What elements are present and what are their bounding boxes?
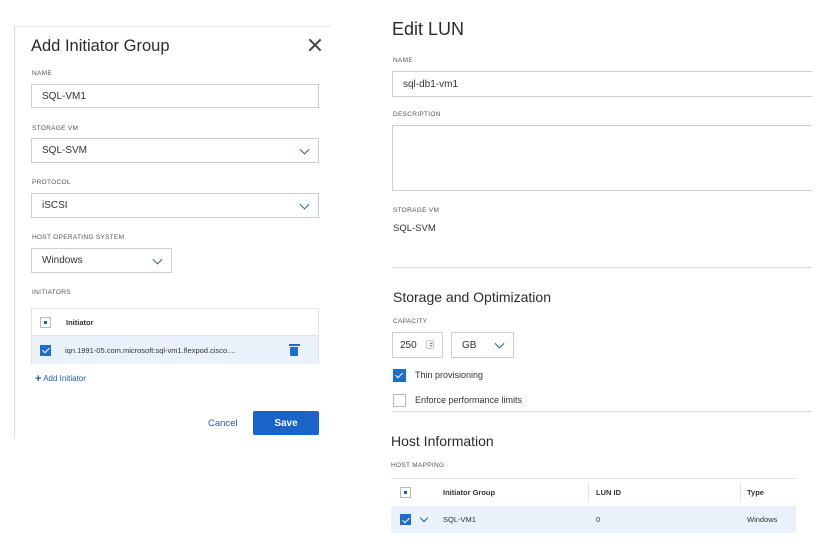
lun-name-input[interactable]: sql-db1-vm1 [392, 71, 812, 97]
chevron-down-icon [152, 254, 163, 265]
divider [392, 267, 812, 268]
edit-lun-panel: Edit LUN NAME sql-db1-vm1 DESCRIPTION ST… [383, 0, 820, 553]
storage-section-title: Storage and Optimization [393, 289, 551, 305]
storage-vm-value: SQL-SVM [42, 145, 88, 156]
column-divider [740, 483, 741, 502]
row-initiator-group: SQL-VM1 [443, 515, 476, 524]
chevron-down-icon [299, 144, 310, 155]
row-type: Windows [747, 515, 778, 524]
table-row[interactable]: iqn.1991-05.com.microsoft:sql-vm1.flexpo… [32, 336, 318, 364]
host-section-title: Host Information [391, 433, 494, 449]
thin-provisioning-label: Thin provisioning [415, 370, 484, 380]
capacity-input[interactable]: 250 [392, 332, 443, 358]
chevron-down-icon [299, 199, 310, 210]
capacity-label: CAPACITY [393, 318, 428, 325]
name-input[interactable]: SQL-VM1 [31, 84, 319, 108]
lun-name-value: sql-db1-vm1 [403, 78, 459, 90]
type-header: Type [747, 487, 764, 497]
add-initiator-link[interactable]: + Add Initiator [35, 372, 86, 385]
trash-icon[interactable] [288, 344, 300, 356]
lun-name-label: NAME [393, 57, 413, 64]
chevron-down-icon [494, 338, 505, 349]
host-os-value: Windows [42, 255, 83, 266]
capacity-unit-value: GB [462, 339, 477, 351]
lun-storage-vm-label: STORAGE VM [393, 207, 440, 214]
cancel-button[interactable]: Cancel [208, 418, 238, 429]
lun-storage-vm-value: SQL-SVM [393, 223, 436, 234]
initiator-group-header: Initiator Group [443, 487, 496, 497]
plus-icon: + [35, 373, 42, 385]
initiators-table-header: Initiator [32, 309, 318, 336]
protocol-select[interactable]: iSCSI [31, 193, 319, 218]
description-label: DESCRIPTION [393, 111, 441, 118]
protocol-label: PROTOCOL [32, 179, 71, 186]
row-lun-id: 0 [596, 515, 601, 524]
initiator-iqn: iqn.1991-05.com.microsoft:sql-vm1.flexpo… [65, 345, 236, 355]
storage-vm-label: STORAGE VM [32, 125, 79, 132]
description-textarea[interactable] [392, 125, 812, 191]
host-mapping-label: HOST MAPPING [391, 462, 445, 469]
storage-vm-select[interactable]: SQL-SVM [31, 138, 319, 163]
capacity-value: 250 [400, 339, 417, 351]
enforce-limits-checkbox[interactable] [393, 394, 406, 407]
save-button[interactable]: Save [253, 411, 319, 435]
close-icon[interactable] [308, 38, 322, 52]
dialog-title: Add Initiator Group [31, 37, 170, 55]
add-initiator-label: Add Initiator [43, 374, 86, 383]
page-title: Edit LUN [392, 19, 465, 39]
host-mapping-table: Initiator Group LUN ID Type SQL-VM1 0 Wi… [391, 478, 796, 533]
row-checkbox[interactable] [400, 514, 411, 525]
column-divider [588, 483, 589, 502]
row-checkbox[interactable] [40, 344, 51, 356]
initiators-table: Initiator iqn.1991-05.com.microsoft:sql-… [31, 308, 319, 364]
name-input-value: SQL-VM1 [42, 90, 86, 102]
protocol-value: iSCSI [42, 200, 68, 211]
lun-id-header: LUN ID [596, 487, 621, 497]
host-os-select[interactable]: Windows [31, 248, 172, 273]
select-all-checkbox[interactable] [400, 487, 411, 498]
thin-provisioning-checkbox[interactable] [393, 369, 406, 382]
host-os-label: HOST OPERATING SYSTEM [32, 234, 125, 241]
divider [392, 411, 812, 412]
add-initiator-group-dialog: Add Initiator Group NAME SQL-VM1 STORAGE… [14, 26, 330, 438]
select-all-checkbox[interactable] [40, 316, 51, 328]
initiators-label: INITIATORS [32, 289, 71, 296]
name-label: NAME [32, 70, 52, 77]
capacity-unit-select[interactable]: GB [451, 332, 514, 358]
enforce-limits-label: Enforce performance limits [415, 395, 523, 405]
initiator-column-header: Initiator [66, 317, 94, 327]
stepper-icon[interactable] [426, 340, 434, 349]
